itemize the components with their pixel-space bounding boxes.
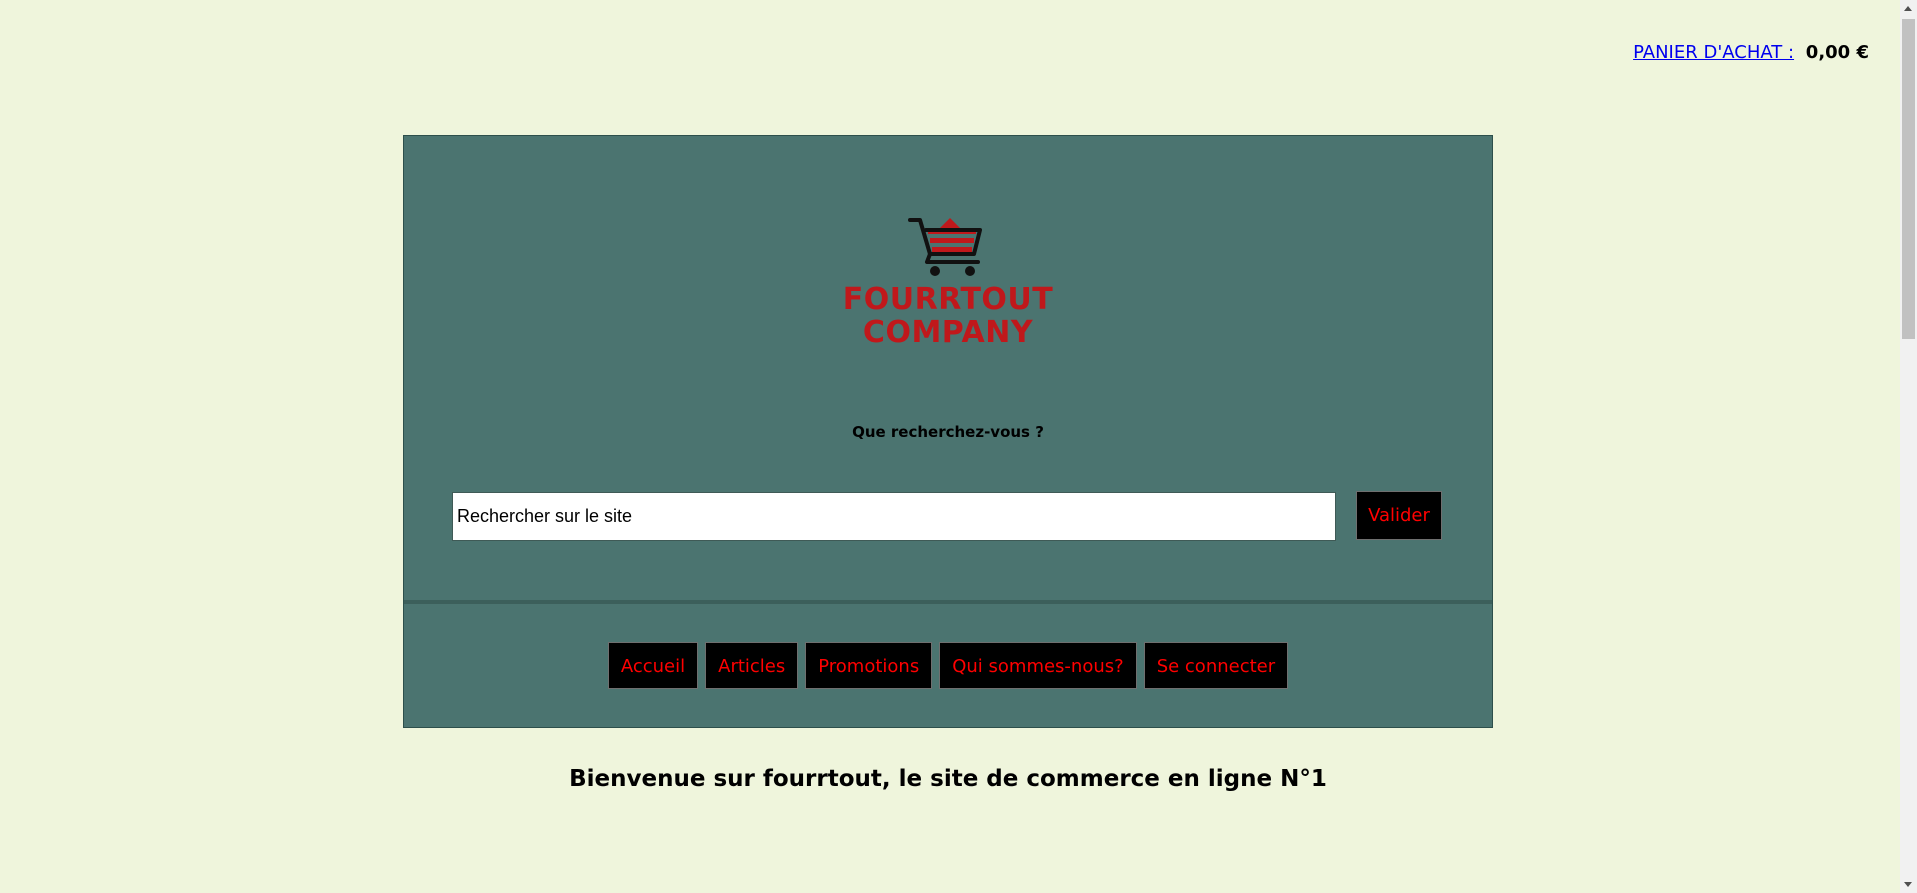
nav-item-articles[interactable]: Articles: [705, 642, 799, 689]
welcome-heading: Bienvenue sur fourrtout, le site de comm…: [569, 766, 1327, 792]
cart-summary: PANIER D'ACHAT : 0,00 €: [1633, 42, 1869, 63]
panel-divider: [404, 600, 1492, 604]
search-question: Que recherchez-vous ?: [852, 423, 1044, 441]
header-panel: FOURRTOUT COMPANY Que recherchez-vous ? …: [403, 135, 1493, 728]
shopping-cart-icon: [908, 218, 982, 276]
validate-button[interactable]: Valider: [1356, 491, 1442, 540]
scroll-down-arrow-icon[interactable]: [1900, 876, 1917, 893]
search-input[interactable]: [452, 492, 1336, 541]
logo-line-2: COMPANY: [862, 315, 1034, 350]
scroll-up-arrow-icon[interactable]: [1900, 0, 1917, 17]
scroll-thumb[interactable]: [1902, 19, 1915, 339]
vertical-scrollbar[interactable]: [1900, 0, 1917, 893]
nav-item-promotions[interactable]: Promotions: [805, 642, 933, 689]
nav-item-login[interactable]: Se connecter: [1143, 642, 1289, 689]
nav-item-about[interactable]: Qui sommes-nous?: [939, 642, 1137, 689]
nav-item-accueil[interactable]: Accueil: [607, 642, 699, 689]
site-logo[interactable]: FOURRTOUT COMPANY: [404, 216, 1492, 356]
cart-total: 0,00 €: [1805, 42, 1869, 63]
main-nav: Accueil Articles Promotions Qui sommes-n…: [404, 642, 1492, 689]
logo-line-1: FOURRTOUT: [842, 282, 1054, 317]
cart-link[interactable]: PANIER D'ACHAT :: [1633, 42, 1794, 63]
